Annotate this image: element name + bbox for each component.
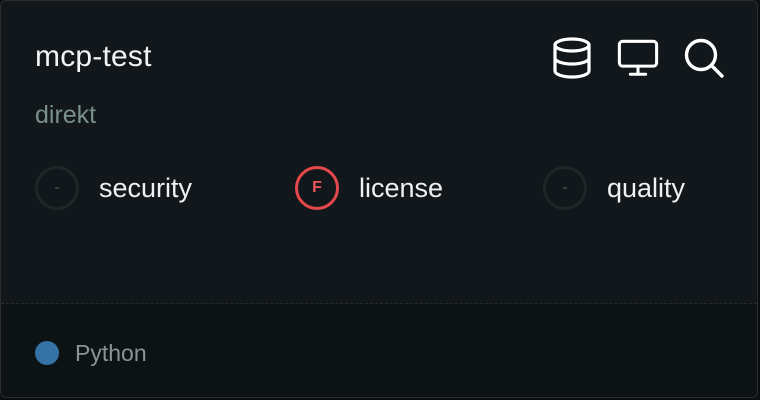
- score-quality: - quality: [543, 164, 685, 212]
- score-label: license: [359, 173, 444, 203]
- search-icon[interactable]: [683, 37, 725, 79]
- header-icons: [551, 37, 725, 79]
- score-badge: -: [35, 166, 79, 210]
- language-color-dot: [35, 341, 59, 365]
- score-badge: F: [295, 166, 339, 210]
- card-subtitle[interactable]: direkt: [35, 99, 96, 131]
- monitor-icon[interactable]: [617, 37, 659, 79]
- score-label: quality: [607, 173, 686, 203]
- score-label: security: [99, 173, 193, 203]
- language-name: Python: [75, 340, 147, 366]
- server-card[interactable]: mcp-test direkt - security F license - q…: [0, 0, 758, 398]
- score-security: - security: [35, 164, 192, 212]
- language-tag: Python: [35, 339, 147, 367]
- score-license: F license: [295, 164, 443, 212]
- score-badge: -: [543, 166, 587, 210]
- database-icon[interactable]: [551, 37, 593, 79]
- card-title[interactable]: mcp-test: [35, 39, 152, 75]
